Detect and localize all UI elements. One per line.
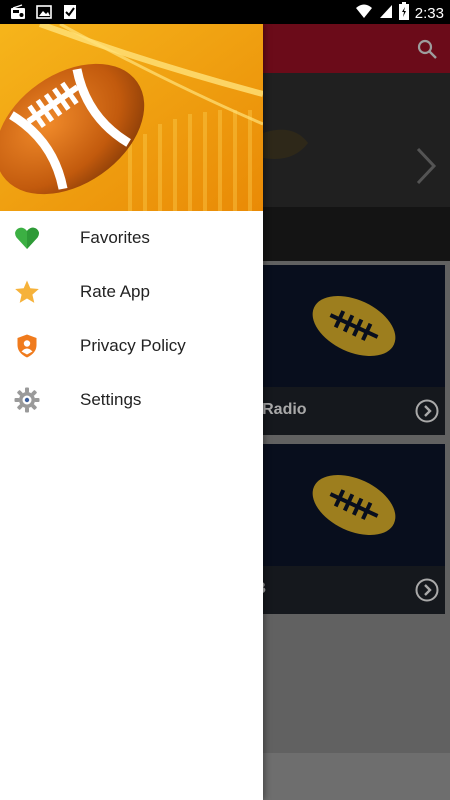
menu-label-settings: Settings [80,390,142,409]
status-bar: 2:33 [0,0,450,24]
shield-icon [14,333,40,359]
menu-item-privacy-policy[interactable]: Privacy Policy [0,319,263,373]
drawer-header-image [0,24,263,211]
status-time: 2:33 [414,5,444,22]
menu-label-privacy-policy: Privacy Policy [80,336,186,355]
menu-item-rate-app[interactable]: Rate App [0,265,263,319]
checklist-icon [62,4,78,25]
radio-icon [10,4,26,25]
menu-label-favorites: Favorites [80,228,150,247]
menu-label-rate-app: Rate App [80,282,150,301]
drawer-menu: Favorites Rate App Privacy Policy Settin… [0,211,263,427]
wifi-icon [355,3,373,24]
menu-item-settings[interactable]: Settings [0,373,263,427]
navigation-drawer: Favorites Rate App Privacy Policy Settin… [0,24,263,800]
menu-item-favorites[interactable]: Favorites [0,211,263,265]
heart-icon [14,225,40,251]
star-icon [14,279,40,305]
gear-icon [14,387,40,413]
battery-icon [398,2,409,25]
image-icon [36,4,52,25]
signal-icon [379,3,393,24]
